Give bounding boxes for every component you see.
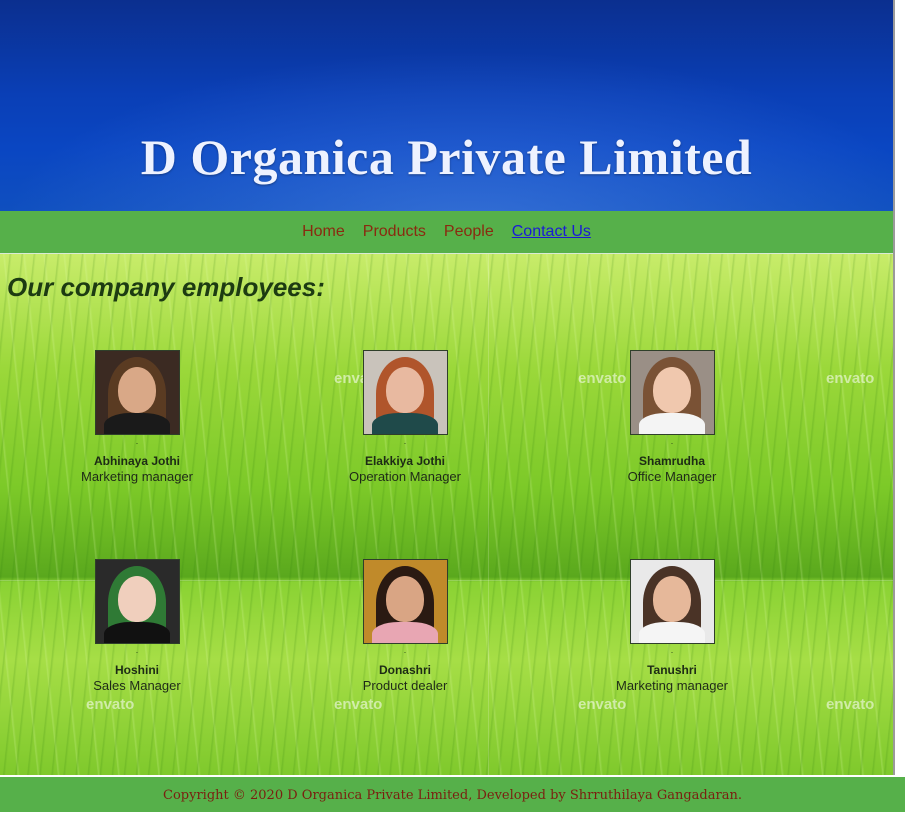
watermark: envato [86, 696, 135, 713]
section-heading: Our company employees: [7, 272, 325, 302]
employee-name: Tanushri [647, 663, 697, 677]
employee-role: Marketing manager [616, 678, 728, 693]
employee-name: Abhinaya Jothi [93, 454, 180, 468]
person-photo-icon [629, 559, 715, 644]
employee-name: Shamrudha [638, 454, 705, 468]
person-photo-icon [362, 559, 448, 644]
watermark: envato [334, 696, 383, 713]
employee-card: · Tanushri Marketing manager [582, 559, 762, 693]
employee-card: · Donashri Product dealer [315, 559, 495, 693]
main-nav: Home Products People Contact Us [0, 211, 893, 254]
employee-role: Office Manager [627, 469, 717, 484]
employee-card: · Abhinaya Jothi Marketing manager [47, 350, 227, 484]
person-photo-icon [94, 559, 180, 644]
site-header: D Organica Private Limited [0, 0, 893, 211]
employee-name: Hoshini [115, 663, 159, 677]
employee-name: Elakkiya Jothi [364, 454, 446, 468]
employee-role: Product dealer [362, 678, 448, 693]
page: D Organica Private Limited Home Products… [0, 0, 895, 775]
employee-card: · Elakkiya Jothi Operation Manager [315, 350, 495, 484]
employee-name: Donashri [378, 663, 431, 677]
person-photo-icon [94, 350, 180, 435]
watermark: envato [826, 696, 875, 713]
nav-products-link[interactable]: Products [363, 223, 426, 241]
employee-card: · Shamrudha Office Manager [582, 350, 762, 484]
watermark: envato [578, 696, 627, 713]
site-title: D Organica Private Limited [140, 129, 753, 185]
person-photo-icon [629, 350, 715, 435]
employees-section: envato envato envato envato envato envat… [0, 254, 893, 775]
site-footer: Copyright © 2020 D Organica Private Limi… [0, 777, 905, 812]
employee-card: · Hoshini Sales Manager [47, 559, 227, 693]
employee-role: Sales Manager [93, 678, 181, 693]
nav-people-link[interactable]: People [444, 223, 494, 241]
copyright-text: Copyright © 2020 D Organica Private Limi… [163, 788, 742, 803]
employee-role: Marketing manager [81, 469, 193, 484]
background-seam [488, 254, 489, 775]
watermark: envato [826, 370, 875, 387]
nav-contact-link[interactable]: Contact Us [512, 223, 591, 241]
employee-role: Operation Manager [348, 469, 461, 484]
person-photo-icon [362, 350, 448, 435]
nav-home-link[interactable]: Home [302, 223, 345, 241]
